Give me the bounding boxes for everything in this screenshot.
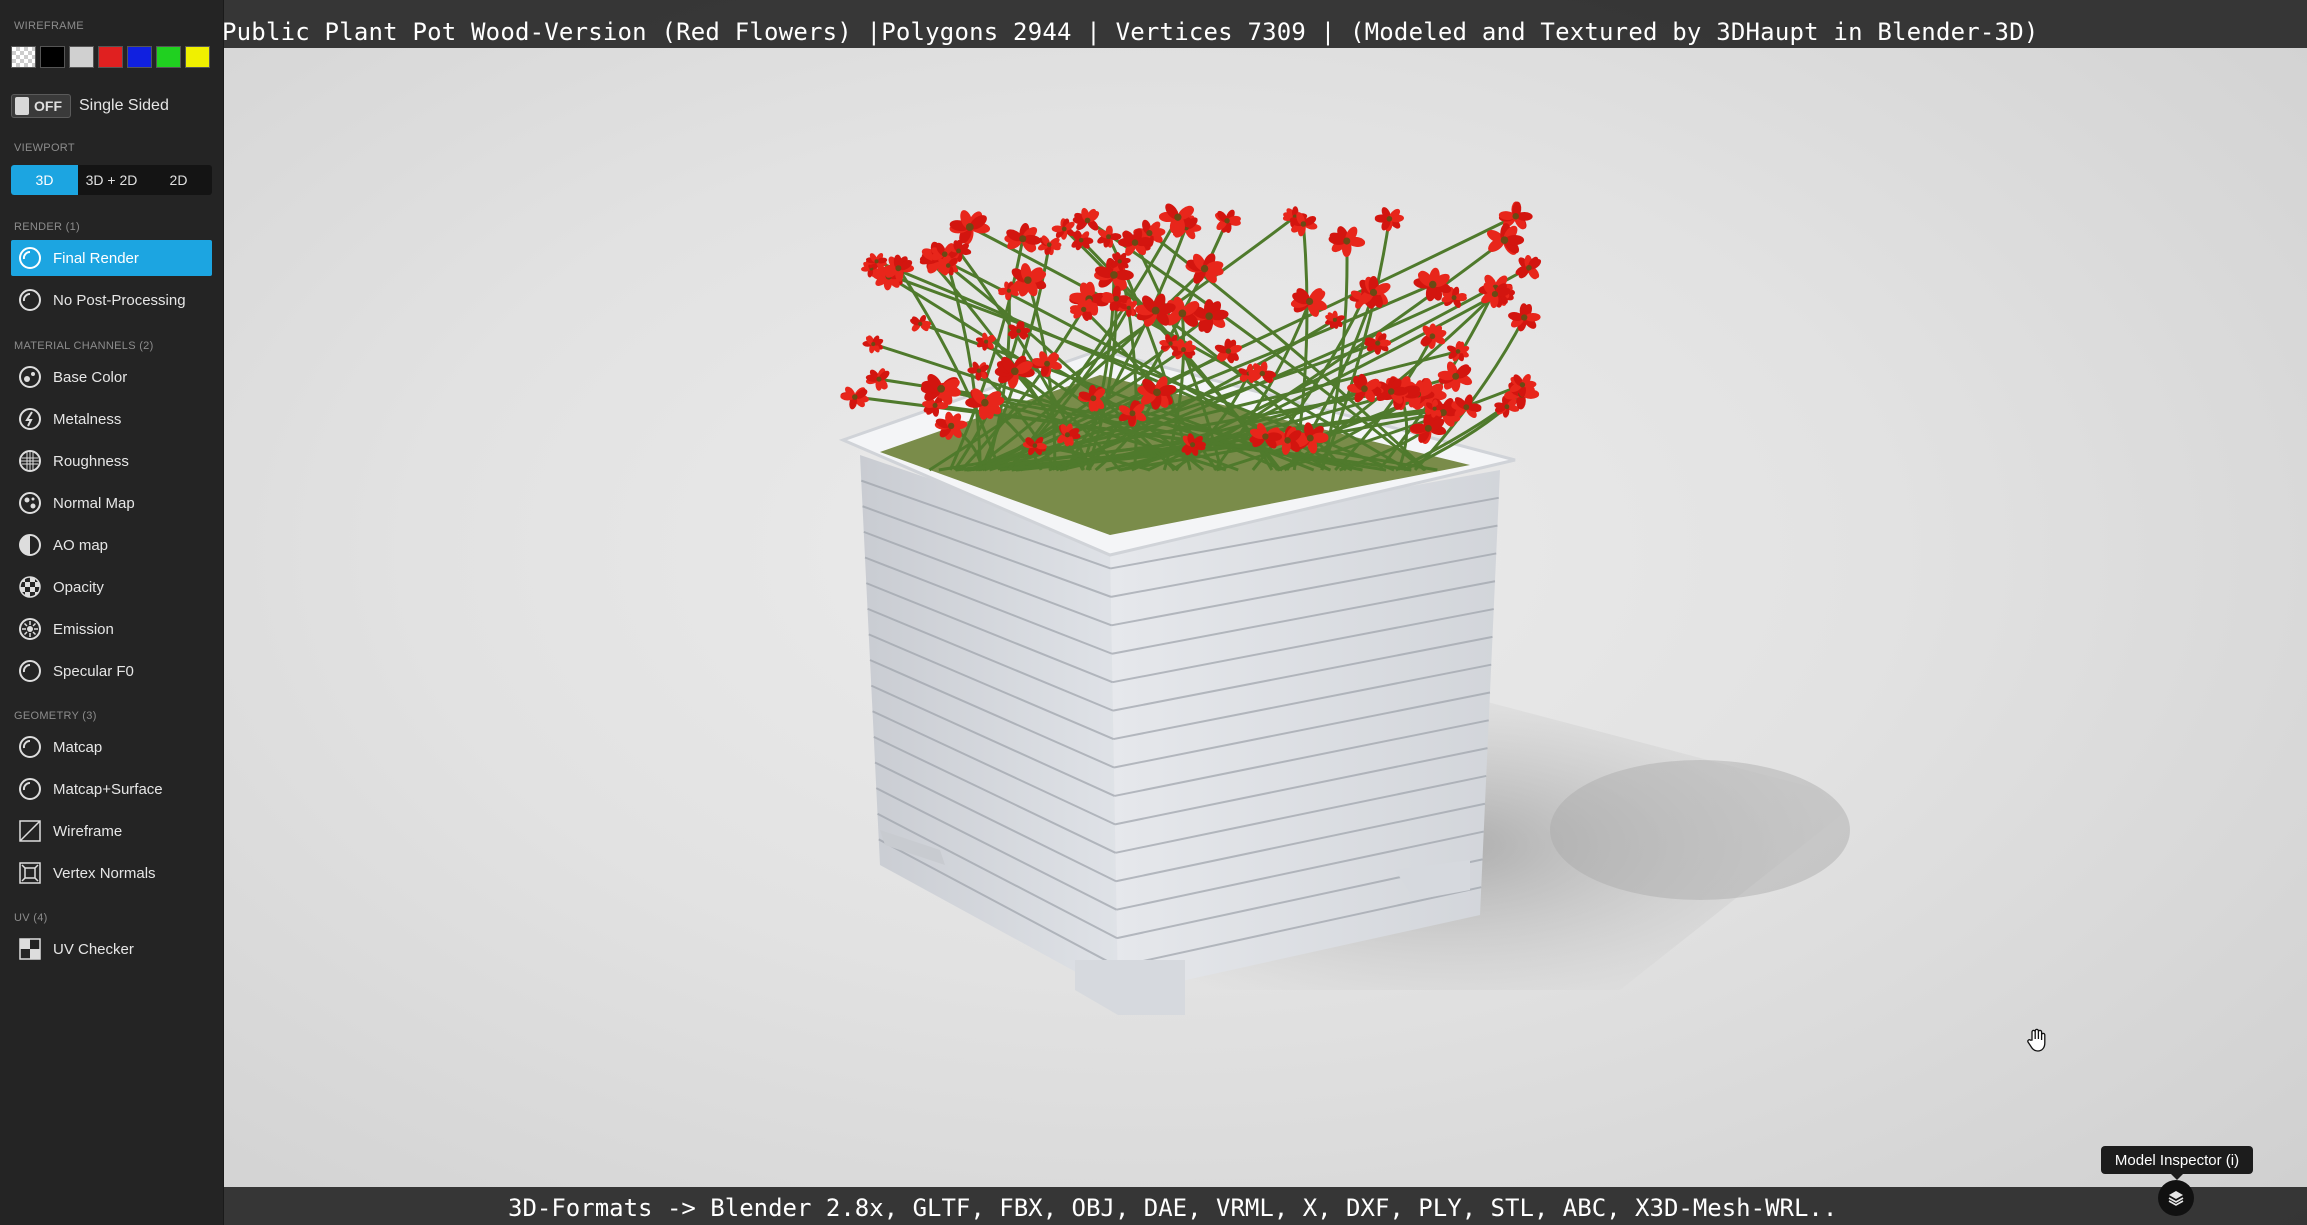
swatch-red[interactable] xyxy=(98,46,123,68)
formats-caption: 3D-Formats -> Blender 2.8x, GLTF, FBX, O… xyxy=(508,1194,1838,1222)
geometry-matcap[interactable]: Matcap xyxy=(11,729,212,765)
geometry-wireframe[interactable]: Wireframe xyxy=(11,813,212,849)
render-final-render[interactable]: Final Render xyxy=(11,240,212,276)
swatch-yellow[interactable] xyxy=(185,46,210,68)
red-flower xyxy=(1004,223,1041,253)
sidebar-item-label: UV Checker xyxy=(53,940,134,958)
metalness-icon xyxy=(16,405,44,433)
red-flower xyxy=(840,386,869,410)
material-specular-f0[interactable]: Specular F0 xyxy=(11,653,212,689)
sidebar-item-label: Normal Map xyxy=(53,494,135,512)
uv-checker-icon xyxy=(16,935,44,963)
geometry-vertex-normals[interactable]: Vertex Normals xyxy=(11,855,212,891)
single-sided-row: OFF Single Sided xyxy=(11,94,169,118)
toggle-state: OFF xyxy=(34,98,62,114)
sidebar-item-label: No Post-Processing xyxy=(53,291,186,309)
wireframe-icon xyxy=(16,817,44,845)
red-flower xyxy=(949,210,991,245)
geometry-header: GEOMETRY (3) xyxy=(14,710,97,722)
swatch-gray[interactable] xyxy=(69,46,94,68)
swatch-black[interactable] xyxy=(40,46,65,68)
red-flower xyxy=(1215,209,1241,233)
red-flower xyxy=(862,335,884,354)
red-flower xyxy=(1290,288,1328,317)
ao-map-icon xyxy=(16,531,44,559)
flower-shadow xyxy=(1550,760,1850,900)
sidebar-item-label: Metalness xyxy=(53,410,122,428)
red-flower xyxy=(1420,323,1447,349)
model-title: Public Plant Pot Wood-Version (Red Flowe… xyxy=(222,18,2039,46)
uv-header: UV (4) xyxy=(14,912,48,924)
red-flower xyxy=(1328,226,1366,258)
sidebar-item-label: Final Render xyxy=(53,249,139,267)
red-flower xyxy=(1515,254,1542,280)
plant-pot-model xyxy=(838,201,1860,1015)
material-emission[interactable]: Emission xyxy=(11,611,212,647)
render-no-post-processing[interactable]: No Post-Processing xyxy=(11,282,212,318)
toggle-knob xyxy=(15,97,29,115)
material-ao-map[interactable]: AO map xyxy=(11,527,212,563)
roughness-icon xyxy=(16,447,44,475)
material-roughness[interactable]: Roughness xyxy=(11,443,212,479)
sidebar-item-label: Vertex Normals xyxy=(53,864,156,882)
swatch-transparent[interactable] xyxy=(11,46,36,68)
viewport-mode-3d-2d[interactable]: 3D + 2D xyxy=(78,165,145,195)
specular-f0-icon xyxy=(16,657,44,685)
sidebar-item-label: Matcap+Surface xyxy=(53,780,163,798)
geometry-matcap-surface[interactable]: Matcap+Surface xyxy=(11,771,212,807)
swatch-blue[interactable] xyxy=(127,46,152,68)
uv-checker[interactable]: UV Checker xyxy=(11,931,212,967)
final-render-icon xyxy=(16,244,44,272)
no-post-processing-icon xyxy=(16,286,44,314)
normal-map-icon xyxy=(16,489,44,517)
material-normal-map[interactable]: Normal Map xyxy=(11,485,212,521)
red-flower xyxy=(1451,394,1482,418)
pot-right-face xyxy=(1110,470,1500,995)
red-flower xyxy=(1072,207,1100,231)
single-sided-label: Single Sided xyxy=(79,97,169,114)
base-color-icon xyxy=(16,363,44,391)
matcap-surface-icon xyxy=(16,775,44,803)
emission-icon xyxy=(16,615,44,643)
wireframe-header: WIREFRAME xyxy=(14,20,84,32)
swatch-green[interactable] xyxy=(156,46,181,68)
pot-foot-front xyxy=(1075,960,1185,1015)
sidebar-item-label: Base Color xyxy=(53,368,128,386)
material-channels-header: MATERIAL CHANNELS (2) xyxy=(14,340,154,352)
sidebar-item-label: AO map xyxy=(53,536,109,554)
matcap-icon xyxy=(16,733,44,761)
viewport-mode-selector: 3D 3D + 2D 2D xyxy=(11,165,212,195)
model-inspector-panel: WIREFRAME OFF Single Sided VIEWPORT 3D 3… xyxy=(0,0,224,1225)
red-flower xyxy=(1374,207,1404,232)
material-opacity[interactable]: Opacity xyxy=(11,569,212,605)
layers-icon xyxy=(2168,1191,2184,1206)
viewport-mode-2d[interactable]: 2D xyxy=(145,165,212,195)
model-inspector-tooltip: Model Inspector (i) xyxy=(2101,1146,2253,1180)
3d-viewport[interactable] xyxy=(0,0,2307,1225)
model-inspector-button[interactable] xyxy=(2158,1180,2194,1216)
hand-cursor-icon xyxy=(2027,1028,2046,1052)
material-metalness[interactable]: Metalness xyxy=(11,401,212,437)
material-base-color[interactable]: Base Color xyxy=(11,359,212,395)
single-sided-toggle[interactable]: OFF xyxy=(11,94,71,118)
wireframe-color-swatches xyxy=(11,46,210,68)
sidebar-item-label: Emission xyxy=(53,620,114,638)
sidebar-item-label: Matcap xyxy=(53,738,103,756)
vertex-normals-icon xyxy=(16,859,44,887)
viewport-header: VIEWPORT xyxy=(14,142,75,154)
viewport-mode-3d[interactable]: 3D xyxy=(11,165,78,195)
render-header: RENDER (1) xyxy=(14,221,80,233)
sidebar-item-label: Specular F0 xyxy=(53,662,134,680)
sidebar-item-label: Roughness xyxy=(53,452,129,470)
opacity-icon xyxy=(16,573,44,601)
sidebar-item-label: Opacity xyxy=(53,578,104,596)
red-flower xyxy=(1325,310,1345,329)
sidebar-item-label: Wireframe xyxy=(53,822,123,840)
red-flower xyxy=(1508,303,1541,332)
red-flower xyxy=(1364,331,1392,355)
